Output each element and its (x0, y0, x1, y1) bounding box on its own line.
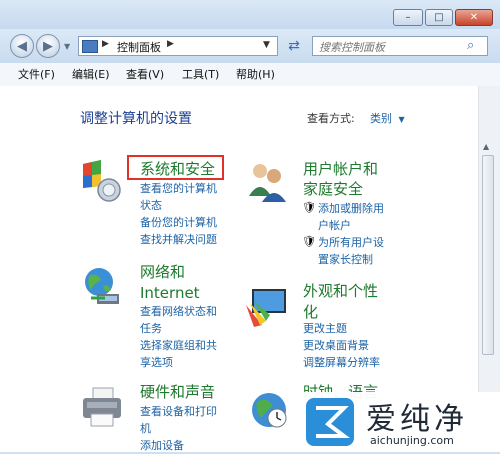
menu-file[interactable]: 文件(F) (18, 66, 55, 82)
chevron-down-icon: ▼ (398, 115, 405, 124)
category-user-accounts-line2: 家庭安全 (303, 180, 364, 198)
forward-arrow-icon: ▶ (43, 38, 53, 54)
forward-button[interactable]: ▶ (36, 34, 60, 58)
page-title: 调整计算机的设置 (80, 111, 192, 127)
menu-view[interactable]: 查看(V) (126, 66, 164, 82)
address-dropdown-icon[interactable]: ▼ (263, 40, 270, 50)
breadcrumb-separator-icon: ▶ (167, 39, 174, 49)
search-icon[interactable]: ⌕ (467, 38, 474, 53)
minimize-icon: – (405, 12, 411, 23)
maximize-button[interactable]: □ (425, 9, 453, 26)
uac-shield-icon: 🛡 (302, 201, 316, 214)
link-homegroup-cont[interactable]: 享选项 (140, 354, 217, 371)
link-homegroup[interactable]: 选择家庭组和共 (140, 337, 217, 354)
link-troubleshoot[interactable]: 查找并解决问题 (140, 231, 217, 248)
search-box[interactable]: ⌕ (312, 36, 488, 56)
link-devices-printers[interactable]: 查看设备和打印 (140, 403, 217, 420)
category-network-line2: Internet (140, 284, 200, 302)
link-parental-controls[interactable]: 为所有用户设 (318, 234, 384, 251)
users-icon[interactable] (244, 158, 290, 204)
view-by-label: 查看方式: (307, 112, 355, 125)
link-network-status-cont[interactable]: 任务 (140, 320, 217, 337)
link-add-device[interactable]: 添加设备 (140, 437, 217, 454)
link-parental-controls-cont[interactable]: 置家长控制 (318, 251, 384, 268)
back-button[interactable]: ◀ (10, 34, 34, 58)
close-icon: ✕ (469, 12, 479, 23)
link-backup-computer[interactable]: 备份您的计算机 (140, 214, 217, 231)
uac-shield-icon: 🛡 (302, 235, 316, 248)
clock-globe-icon[interactable] (247, 388, 293, 434)
watermark-brand: 爱纯净 (366, 402, 468, 437)
category-user-accounts[interactable]: 用户帐户和 家庭安全 (303, 159, 378, 199)
category-hardware-sound[interactable]: 硬件和声音 (140, 382, 215, 402)
highlight-box (127, 155, 224, 180)
view-by-value: 类别 (370, 112, 392, 125)
network-globe-icon[interactable] (79, 264, 125, 310)
printer-icon[interactable] (79, 384, 125, 430)
minimize-button[interactable]: – (393, 9, 423, 26)
link-view-computer-status-cont[interactable]: 状态 (140, 197, 217, 214)
back-arrow-icon: ◀ (17, 38, 27, 54)
watermark-logo-icon (306, 398, 354, 446)
appearance-monitor-icon[interactable] (244, 285, 290, 331)
menu-tools[interactable]: 工具(T) (182, 66, 219, 82)
search-input[interactable] (317, 38, 466, 56)
menu-edit[interactable]: 编辑(E) (72, 66, 110, 82)
watermark-url: aichunjing.com (370, 434, 454, 447)
address-bar[interactable]: ▶ 控制面板 ▶ ▼ (78, 36, 278, 56)
category-network-line1: 网络和 (140, 263, 186, 281)
watermark: 爱纯净 aichunjing.com (300, 392, 500, 452)
close-button[interactable]: ✕ (455, 9, 493, 26)
maximize-icon: □ (434, 12, 444, 23)
scrollbar-thumb[interactable] (482, 155, 494, 355)
shield-icon[interactable] (79, 158, 125, 204)
link-view-computer-status[interactable]: 查看您的计算机 (140, 180, 217, 197)
link-adjust-resolution[interactable]: 调整屏幕分辨率 (303, 354, 380, 371)
refresh-icon[interactable]: ⇄ (283, 36, 305, 56)
menu-help[interactable]: 帮助(H) (236, 66, 275, 82)
link-add-remove-accounts-cont[interactable]: 户帐户 (318, 217, 384, 234)
breadcrumb-control-panel[interactable]: 控制面板 (117, 39, 161, 55)
category-appearance[interactable]: 外观和个性 化 (303, 281, 378, 323)
category-appearance-line1: 外观和个性 (303, 282, 379, 300)
link-add-remove-accounts[interactable]: 添加或删除用 (318, 200, 384, 217)
breadcrumb-separator-icon: ▶ (102, 39, 109, 49)
link-network-status[interactable]: 查看网络状态和 (140, 303, 217, 320)
category-network-internet[interactable]: 网络和 Internet (140, 262, 200, 304)
control-panel-icon (82, 40, 98, 53)
view-by-dropdown[interactable]: 类别 ▼ (370, 110, 405, 126)
recent-pages-icon[interactable]: ▼ (64, 42, 70, 51)
scroll-up-icon[interactable]: ▲ (483, 142, 489, 151)
category-user-accounts-line1: 用户帐户和 (303, 160, 379, 178)
link-change-desktop-background[interactable]: 更改桌面背景 (303, 337, 380, 354)
link-change-theme[interactable]: 更改主题 (303, 320, 380, 337)
link-devices-printers-cont[interactable]: 机 (140, 420, 217, 437)
